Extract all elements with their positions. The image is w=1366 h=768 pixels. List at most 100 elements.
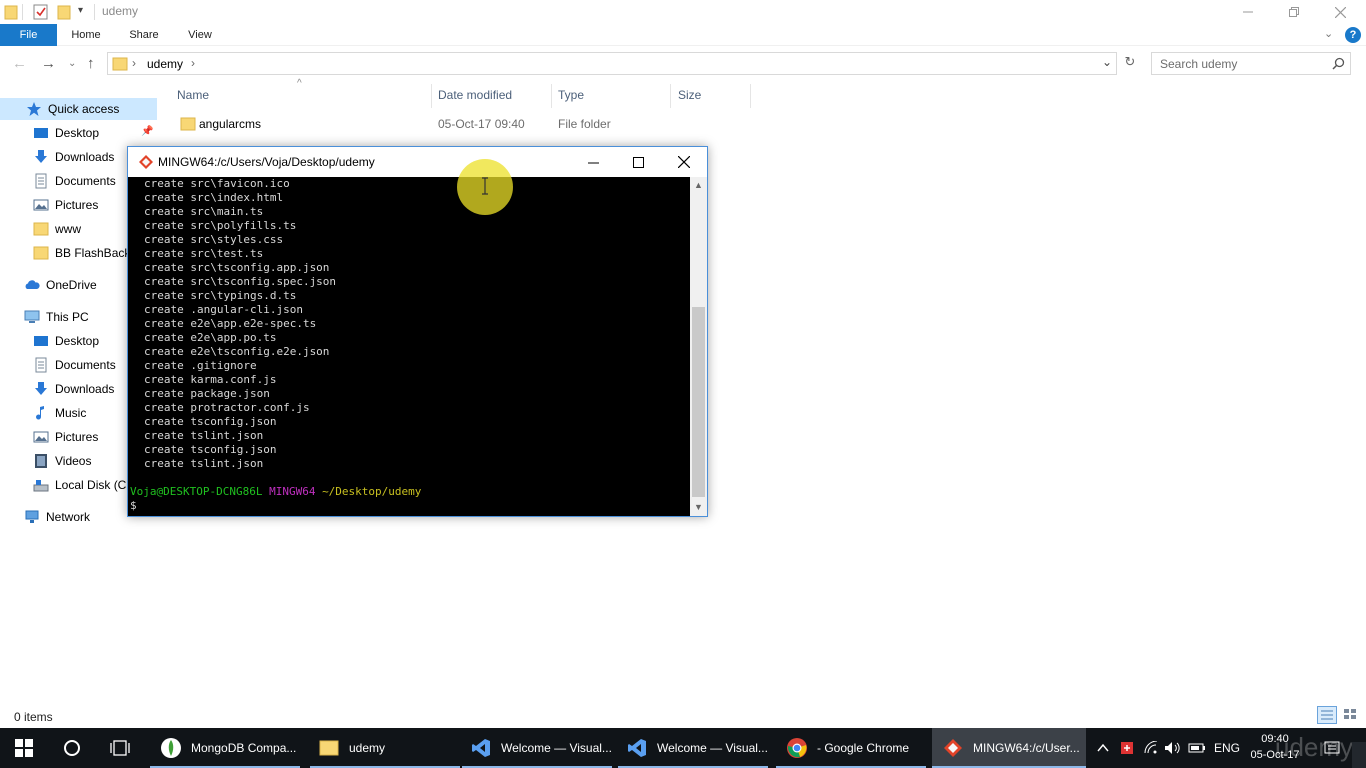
music-note-icon [36,406,44,420]
red-app-icon [1121,742,1133,754]
taskbar-app-mingw64[interactable]: MINGW64:/c/User... [932,728,1086,768]
show-hidden-icons-button[interactable] [1095,728,1111,768]
column-header-name[interactable]: Name [177,88,209,102]
taskbar-app-label: Welcome — Visual... [657,741,768,755]
terminal-title-bar[interactable]: MINGW64:/c/Users/Voja/Desktop/udemy [128,147,707,177]
terminal-line: create src\styles.css [144,233,284,246]
visual-studio-icon [628,739,646,757]
terminal-line: create src\tsconfig.app.json [144,261,330,274]
sidebar-label: Documents [55,358,116,372]
new-folder-icon[interactable] [57,3,71,21]
terminal-close-button[interactable] [661,147,707,177]
search-button[interactable] [48,728,96,768]
sidebar-label: Desktop [55,334,100,348]
tab-view[interactable]: View [176,24,224,46]
sidebar-item-desktop[interactable]: Desktop 📌 [0,122,157,144]
sort-ascending-icon: ^ [297,78,302,89]
prompt-user: Voja@DESKTOP-DCNG86L [130,485,263,498]
terminal-minimize-button[interactable] [570,147,616,177]
prompt-path: ~/Desktop/udemy [322,485,422,498]
customize-toolbar-icon[interactable]: ▾ [78,5,90,23]
tray-app-icon[interactable] [1118,728,1136,768]
address-dropdown-icon[interactable]: ⌄ [1102,55,1112,69]
taskbar-app-vscode-2[interactable]: Welcome — Visual... [618,728,768,768]
up-arrow-icon[interactable]: ↑ [87,55,95,72]
taskbar-app-mongodb[interactable]: MongoDB Compa... [150,728,300,768]
pin-icon[interactable]: 📌 [141,126,153,137]
column-header-type[interactable]: Type [558,88,584,102]
desktop-icon [34,336,48,346]
column-header-date[interactable]: Date modified [438,88,512,102]
file-name: angularcms [199,117,262,131]
column-divider[interactable] [431,84,432,108]
minimize-icon [587,162,599,163]
scrollbar-thumb[interactable] [692,307,705,497]
start-button[interactable] [0,728,48,768]
sidebar-label: Quick access [48,102,120,116]
scroll-up-icon[interactable]: ▲ [694,180,703,190]
address-bar[interactable]: › udemy › ⌄ [107,52,1117,75]
breadcrumb-separator-icon[interactable]: › [191,56,195,70]
sidebar-item-quick-access[interactable]: Quick access [0,98,157,120]
prompt-symbol: $ [130,499,137,512]
sidebar-label: Pictures [55,198,99,212]
terminal-line: create src\tsconfig.spec.json [144,275,337,288]
taskbar-app-explorer[interactable]: udemy [310,728,460,768]
terminal-line: create .gitignore [144,359,257,372]
sidebar-label: Documents [55,174,116,188]
folder-icon [4,3,18,21]
ribbon-tabs: File Home Share View ⌄ ? [0,24,1366,46]
chrome-icon [787,738,807,758]
terminal-scrollbar[interactable]: ▲ ▼ [690,177,707,516]
terminal-line: create e2e\app.po.ts [144,331,277,344]
terminal-line: create src\favicon.ico [144,177,290,190]
properties-icon[interactable] [33,3,49,21]
sidebar-label: OneDrive [46,278,97,292]
taskbar-app-vscode-1[interactable]: Welcome — Visual... [462,728,612,768]
restore-button[interactable] [1271,0,1317,24]
minimize-button[interactable] [1225,0,1271,24]
task-view-button[interactable] [96,728,144,768]
volume-icon[interactable] [1164,728,1182,768]
chevron-up-icon [1097,743,1109,752]
details-view-icon[interactable] [1317,706,1337,724]
explorer-scrollbar[interactable] [1357,84,1366,704]
search-input[interactable]: Search udemy [1151,52,1351,75]
expand-ribbon-icon[interactable]: ⌄ [1324,27,1333,40]
breadcrumb-item[interactable]: udemy [147,57,183,71]
terminal-window[interactable]: MINGW64:/c/Users/Voja/Desktop/udemy crea… [127,146,708,517]
tab-share[interactable]: Share [120,24,168,46]
terminal-maximize-button[interactable] [615,147,661,177]
git-bash-icon [138,154,154,170]
language-indicator[interactable]: ENG [1214,728,1242,768]
search-placeholder: Search udemy [1160,57,1238,71]
table-row[interactable]: angularcms 05-Oct-17 09:40 File folder [170,112,750,136]
terminal-line: create src\main.ts [144,205,264,218]
wifi-icon[interactable] [1142,728,1160,768]
search-icon [1332,57,1345,70]
column-header-size[interactable]: Size [678,88,701,102]
back-arrow-icon[interactable]: ← [12,55,27,72]
action-center-button[interactable] [1322,728,1342,768]
help-icon[interactable]: ? [1345,27,1361,43]
computer-icon [24,310,40,323]
battery-icon[interactable] [1188,728,1206,768]
refresh-icon[interactable]: ↻ [1120,54,1140,74]
scroll-down-icon[interactable]: ▼ [694,502,703,512]
tab-home[interactable]: Home [62,24,110,46]
column-divider[interactable] [750,84,751,108]
forward-arrow-icon[interactable]: → [41,55,56,72]
tab-file[interactable]: File [0,24,57,46]
terminal-output[interactable]: create src\favicon.ico create src\index.… [128,177,690,516]
close-button[interactable] [1317,0,1363,24]
taskbar-app-label: MongoDB Compa... [191,741,297,755]
taskbar-app-chrome[interactable]: - Google Chrome [776,728,926,768]
column-divider[interactable] [670,84,671,108]
column-divider[interactable] [551,84,552,108]
recent-locations-icon[interactable]: ⌄ [68,58,76,69]
show-desktop-button[interactable] [1352,742,1366,768]
large-icons-view-icon[interactable] [1341,706,1361,724]
window-title: udemy [102,4,139,18]
sidebar-label: This PC [46,310,89,324]
sidebar-label: Music [55,406,87,420]
